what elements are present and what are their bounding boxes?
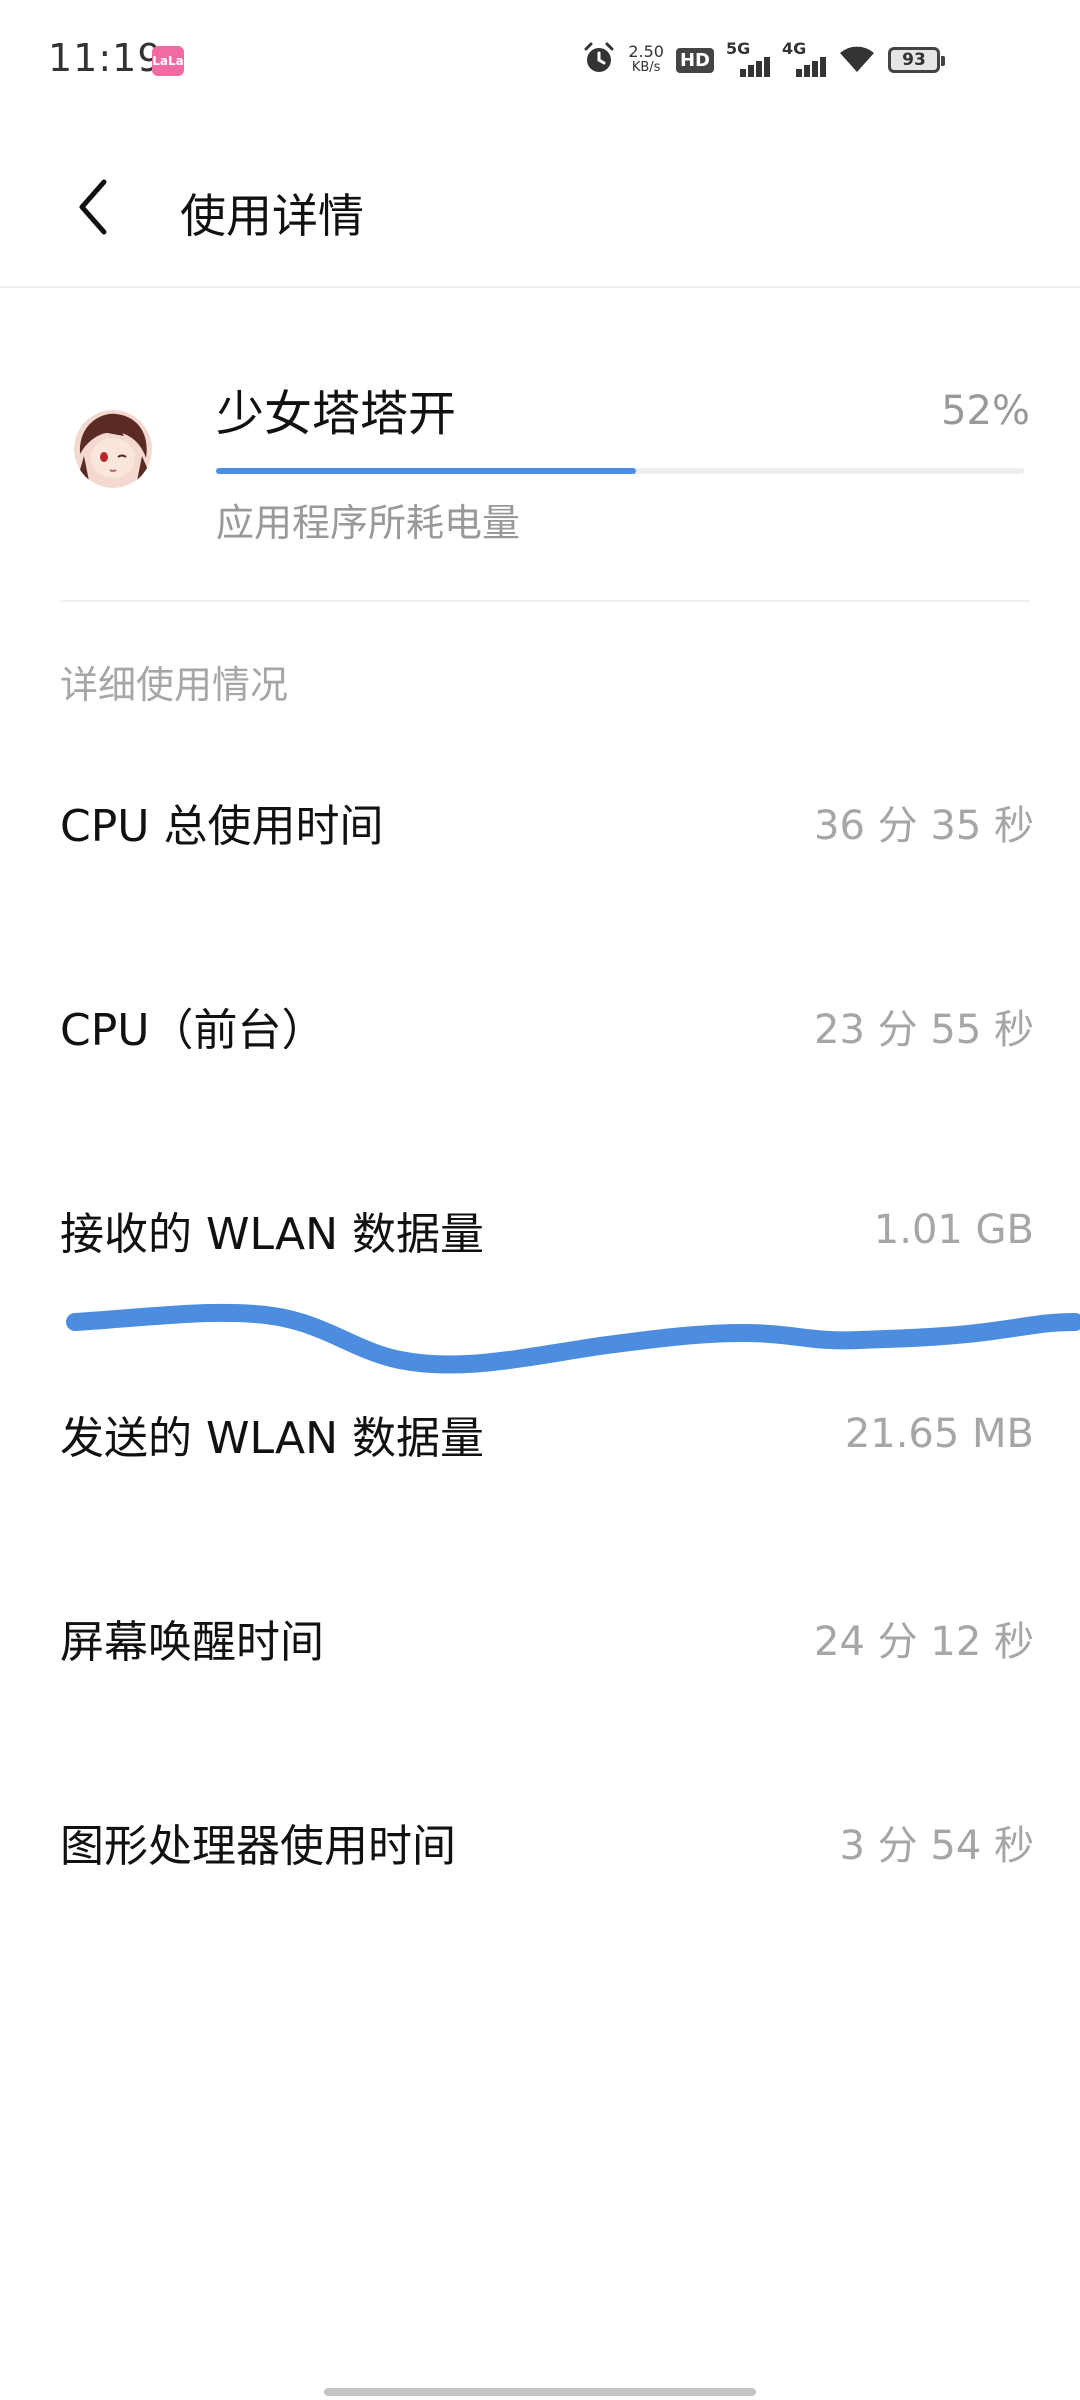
section-title: 详细使用情况 <box>60 663 289 707</box>
detail-label: 发送的 WLAN 数据量 <box>60 1413 485 1464</box>
net-speed-unit: KB/s <box>631 60 661 75</box>
hd-icon: HD <box>675 47 714 73</box>
battery-usage-progress <box>216 468 1024 474</box>
detail-value: 1.01 GB <box>873 1207 1034 1253</box>
detail-label: 屏幕唤醒时间 <box>60 1617 324 1668</box>
detail-value: 21.65 MB <box>844 1411 1034 1457</box>
app-bar: 使用详情 <box>0 120 1080 288</box>
detail-value: 36 分 35 秒 <box>814 803 1034 849</box>
app-avatar <box>74 410 152 488</box>
detail-value: 3 分 54 秒 <box>839 1823 1035 1869</box>
sim1-network-label: 5G <box>726 39 751 58</box>
detail-label: 接收的 WLAN 数据量 <box>60 1209 485 1260</box>
net-speed: 2.50 KB/s <box>628 44 664 76</box>
battery-icon: 93 <box>888 47 945 73</box>
notification-app-icon: LaLa <box>152 46 184 76</box>
detail-label: CPU 总使用时间 <box>60 801 384 852</box>
detail-row-gpu-time: 图形处理器使用时间 3 分 54 秒 <box>60 1740 1034 1944</box>
detail-label: CPU（前台） <box>60 1005 326 1056</box>
alarm-icon <box>582 41 616 79</box>
detail-label: 图形处理器使用时间 <box>60 1821 456 1872</box>
detail-value: 24 分 12 秒 <box>814 1619 1034 1665</box>
detail-row-screen-awake: 屏幕唤醒时间 24 分 12 秒 <box>60 1536 1034 1740</box>
signal-4g-icon: 4G <box>782 39 826 77</box>
status-icons: 2.50 KB/s HD 5G 4G 93 <box>582 38 945 82</box>
detail-row-wlan-received: 接收的 WLAN 数据量 1.01 GB <box>60 1128 1034 1332</box>
sim2-network-label: 4G <box>782 39 807 58</box>
detail-value: 23 分 55 秒 <box>814 1007 1034 1053</box>
detail-row-cpu-total: CPU 总使用时间 36 分 35 秒 <box>60 720 1034 924</box>
back-button[interactable] <box>60 172 130 242</box>
app-battery-percent: 52% <box>941 388 1030 434</box>
status-bar: 11:19 LaLa 2.50 KB/s HD 5G 4G 93 <box>0 0 1080 120</box>
detail-list: CPU 总使用时间 36 分 35 秒 CPU（前台） 23 分 55 秒 接收… <box>60 720 1034 1944</box>
status-time: 11:19 <box>48 36 163 80</box>
page-title: 使用详情 <box>180 189 364 243</box>
signal-5g-icon: 5G <box>726 39 770 77</box>
detail-row-cpu-foreground: CPU（前台） 23 分 55 秒 <box>60 924 1034 1128</box>
net-speed-value: 2.50 <box>628 42 664 61</box>
app-usage-card: 少女塔塔开 52% 应用程序所耗电量 <box>60 330 1030 602</box>
app-subtitle: 应用程序所耗电量 <box>216 501 521 545</box>
detail-row-wlan-sent: 发送的 WLAN 数据量 21.65 MB <box>60 1332 1034 1536</box>
battery-usage-progress-fill <box>216 468 637 474</box>
app-name: 少女塔塔开 <box>216 386 457 442</box>
chevron-left-icon <box>79 179 107 235</box>
home-indicator[interactable] <box>324 2388 756 2396</box>
wifi-icon <box>838 42 876 78</box>
